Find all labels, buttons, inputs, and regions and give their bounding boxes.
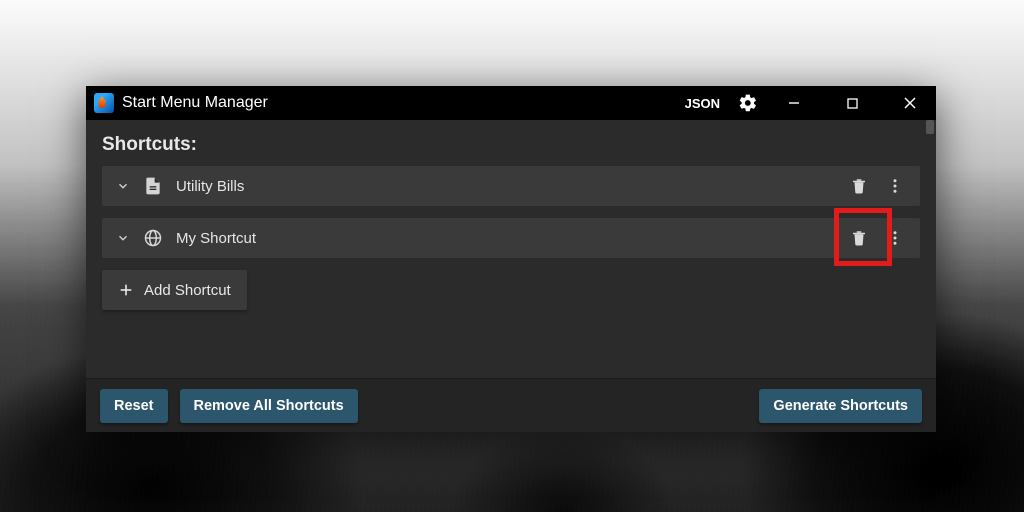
add-shortcut-label: Add Shortcut — [144, 282, 231, 299]
generate-button[interactable]: Generate Shortcuts — [759, 389, 922, 423]
maximize-icon — [847, 98, 858, 109]
settings-button[interactable] — [738, 93, 758, 113]
gear-icon — [738, 93, 758, 113]
plus-icon — [118, 282, 134, 298]
app-icon — [94, 93, 114, 113]
trash-icon — [850, 229, 868, 247]
shortcut-label: Utility Bills — [176, 178, 844, 195]
footer: Reset Remove All Shortcuts Generate Shor… — [86, 378, 936, 432]
more-options-button[interactable] — [880, 171, 910, 201]
chevron-down-icon — [116, 179, 130, 193]
shortcut-label: My Shortcut — [176, 230, 844, 247]
delete-shortcut-button[interactable] — [844, 171, 874, 201]
close-icon — [904, 97, 916, 109]
json-button[interactable]: JSON — [681, 94, 724, 113]
window-body: Shortcuts: Utility Bills — [86, 120, 936, 378]
app-window: Start Menu Manager JSON Shortcuts: — [86, 86, 936, 432]
trash-icon — [850, 177, 868, 195]
more-options-button[interactable] — [880, 223, 910, 253]
add-shortcut-button[interactable]: Add Shortcut — [102, 270, 247, 310]
globe-icon — [142, 227, 164, 249]
expand-toggle[interactable] — [114, 229, 132, 247]
document-icon — [142, 175, 164, 197]
scrollbar[interactable] — [926, 120, 934, 134]
shortcut-row[interactable]: My Shortcut — [102, 218, 920, 258]
window-title: Start Menu Manager — [122, 94, 268, 112]
expand-toggle[interactable] — [114, 177, 132, 195]
section-heading: Shortcuts: — [102, 134, 920, 156]
remove-all-button[interactable]: Remove All Shortcuts — [180, 389, 358, 423]
shortcut-row[interactable]: Utility Bills — [102, 166, 920, 206]
chevron-down-icon — [116, 231, 130, 245]
maximize-button[interactable] — [830, 86, 874, 120]
close-button[interactable] — [888, 86, 932, 120]
delete-shortcut-button[interactable] — [844, 223, 874, 253]
titlebar: Start Menu Manager JSON — [86, 86, 936, 120]
more-vertical-icon — [886, 177, 904, 195]
minimize-button[interactable] — [772, 86, 816, 120]
minimize-icon — [788, 97, 800, 109]
reset-button[interactable]: Reset — [100, 389, 168, 423]
more-vertical-icon — [886, 229, 904, 247]
